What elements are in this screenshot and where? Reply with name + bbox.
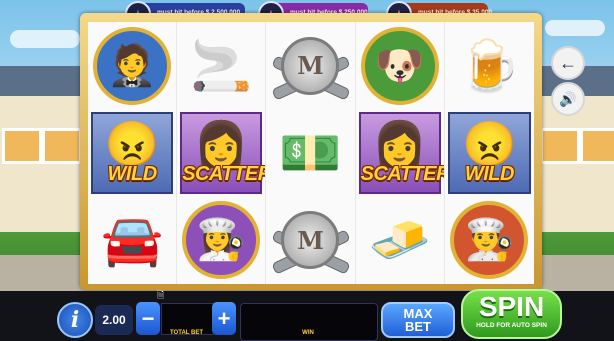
reel-cell: 🚬 [177, 22, 267, 110]
info-button[interactable]: i [57, 302, 93, 338]
reel-cell: 👩‍🍳 [177, 196, 267, 284]
plus-icon: + [217, 305, 231, 331]
house-window [580, 128, 614, 164]
spin-label: SPIN [478, 291, 545, 322]
minus-icon: − [141, 305, 155, 331]
wild-symbol: 😠 WILD [447, 112, 531, 194]
scatter-symbol: 👩 SCATTER [358, 112, 445, 194]
portrait-symbol: 🐶 [360, 26, 439, 105]
house-window [2, 128, 42, 164]
spin-button[interactable]: SPIN HOLD FOR AUTO SPIN [461, 289, 562, 339]
reel-cell: 😠 WILD [88, 109, 178, 197]
portrait-symbol: 👩‍🍳 [182, 201, 261, 280]
wild-label: WILD [107, 162, 158, 185]
reel-cell: 🚘 [88, 196, 178, 284]
scatter-symbol: 👩 SCATTER [180, 112, 267, 194]
reel-cell: M [266, 196, 356, 284]
paytable-icon[interactable]: 🗎 [157, 288, 164, 304]
scatter-label: SCATTER [360, 162, 445, 185]
reel-cell: 🧈 [356, 196, 445, 284]
bet-value: 2.00 [95, 305, 133, 335]
reel-symbol: 🍺 [458, 37, 521, 94]
reel-symbol: 🧈 [368, 212, 431, 269]
reel-cell: 🍺 [445, 22, 534, 109]
back-button[interactable]: ← [551, 46, 585, 80]
info-icon: i [70, 307, 80, 333]
reel-cell: 👩 SCATTER [177, 109, 267, 197]
speaker-icon: 🔊 [559, 91, 577, 107]
reel-cell: 👨‍🍳 [445, 197, 534, 284]
wild-label: WILD [464, 162, 515, 185]
reel-cell: 💵 [266, 109, 356, 197]
reel-cell: 😠 WILD [445, 109, 534, 196]
portrait-symbol: 👨‍🍳 [450, 201, 529, 280]
reel-cell: M [266, 22, 356, 110]
house-window [42, 128, 82, 164]
house-left [0, 66, 96, 238]
scatter-label: SCATTER [182, 162, 267, 185]
reel-symbol: 🚬 [190, 37, 253, 94]
arrow-left-icon: ← [559, 53, 577, 73]
sound-button[interactable]: 🔊 [551, 82, 585, 116]
max-bet-button[interactable]: MAX BET [381, 302, 455, 338]
wild-symbol: 😠 WILD [91, 112, 174, 194]
max-bet-line2: BET [405, 319, 431, 334]
increase-bet-button[interactable]: + [212, 302, 236, 335]
reel-grid: 🤵 🚬 M 🐶 🍺 😠 WILD 👩 SCATTER 💵 👩 SCATTER 😠 WILD 🚘 👩‍🍳 M 🧈 👨‍… [88, 22, 534, 284]
reel-cell: 👩 SCATTER [356, 109, 445, 197]
decrease-bet-button[interactable]: − [136, 302, 160, 335]
win-label: WIN [302, 330, 314, 336]
reel-cell: 🐶 [356, 22, 445, 110]
house-window [540, 128, 580, 164]
spin-hold-hint: HOLD FOR AUTO SPIN [476, 322, 547, 329]
coin-symbol: M [281, 36, 340, 95]
cloud [10, 30, 80, 48]
total-bet-label: TOTAL BET [170, 330, 203, 336]
portrait-symbol: 🤵 [93, 26, 172, 105]
cloud [545, 20, 605, 36]
reel-symbol: 🚘 [100, 212, 164, 269]
reel-cell: 🤵 [88, 22, 178, 110]
reel-symbol: 💵 [279, 124, 342, 181]
